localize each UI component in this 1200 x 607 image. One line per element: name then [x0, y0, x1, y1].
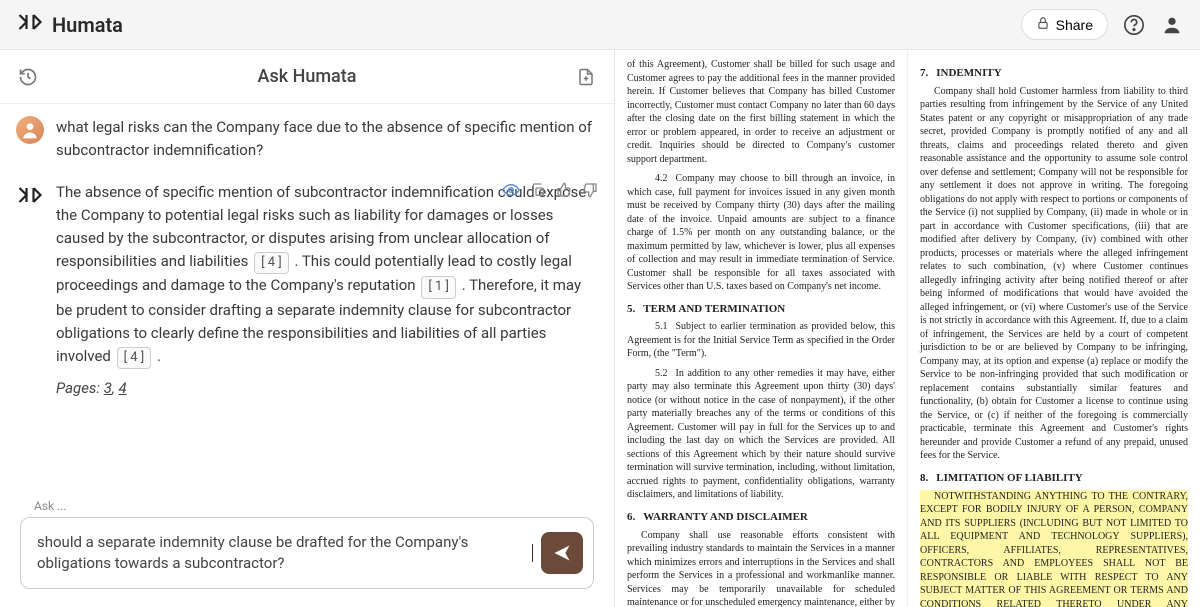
profile-icon[interactable]: [1160, 13, 1184, 37]
pages-line: Pages: 3, 4: [56, 377, 598, 400]
brand[interactable]: Humata: [16, 11, 123, 38]
doc-text: of this Agreement), Customer shall be bi…: [627, 58, 895, 166]
lock-icon: [1036, 16, 1050, 33]
share-label: Share: [1056, 17, 1093, 33]
user-message-row: what legal risks can the Company face du…: [16, 116, 598, 163]
doc-heading-6: 6.WARRANTY AND DISCLAIMER: [627, 510, 895, 525]
doc-column-right: 7.INDEMNITY Company shall hold Customer …: [908, 50, 1200, 607]
text-cursor: [532, 544, 533, 562]
send-button[interactable]: [541, 532, 583, 574]
message-tools: [502, 181, 598, 207]
help-icon[interactable]: [1122, 13, 1146, 37]
input-area: Ask ... should a separate indemnity clau…: [0, 505, 614, 607]
citation-4b[interactable]: [ 4 ]: [117, 347, 152, 369]
chat-input[interactable]: should a separate indemnity clause be dr…: [20, 517, 594, 589]
document-viewer[interactable]: of this Agreement), Customer shall be bi…: [615, 50, 1200, 607]
doc-text: 5.1Subject to earlier termination as pro…: [627, 320, 895, 361]
copy-icon[interactable]: [530, 181, 546, 207]
doc-column-left: of this Agreement), Customer shall be bi…: [615, 50, 908, 607]
chat-input-text: should a separate indemnity clause be dr…: [37, 532, 528, 574]
message-list: what legal risks can the Company face du…: [0, 104, 614, 505]
app-header: Humata Share: [0, 0, 1200, 50]
citation-1[interactable]: [ 1 ]: [421, 276, 456, 298]
bot-message-row: The absence of specific mention of subco…: [16, 181, 598, 401]
brand-name: Humata: [52, 13, 123, 37]
chat-header: Ask Humata: [0, 50, 614, 104]
history-icon[interactable]: [16, 65, 40, 89]
view-source-icon[interactable]: [502, 181, 520, 207]
share-button[interactable]: Share: [1021, 9, 1108, 40]
doc-heading-8: 8.LIMITATION OF LIABILITY: [920, 471, 1188, 486]
thumbs-up-icon[interactable]: [556, 181, 572, 207]
thumbs-down-icon[interactable]: [582, 181, 598, 207]
doc-heading-7: 7.INDEMNITY: [920, 66, 1188, 81]
page-link-3[interactable]: 3: [104, 379, 112, 397]
doc-text: 4.2Company may choose to bill through an…: [627, 172, 895, 294]
user-avatar: [16, 116, 44, 144]
user-message-text: what legal risks can the Company face du…: [56, 116, 598, 163]
bot-message-body: The absence of specific mention of subco…: [56, 181, 598, 401]
doc-highlighted-text: NOTWITHSTANDING ANYTHING TO THE CONTRARY…: [920, 490, 1188, 607]
doc-text: Company shall hold Customer harmless fro…: [920, 85, 1188, 463]
doc-text: Company shall use reasonable efforts con…: [627, 529, 895, 607]
citation-4[interactable]: [ 4 ]: [254, 252, 289, 274]
doc-heading-5: 5.TERM AND TERMINATION: [627, 302, 895, 317]
brand-icon: [16, 11, 44, 38]
header-actions: Share: [1021, 9, 1184, 40]
chat-panel: Ask Humata what legal risks can the Comp…: [0, 50, 615, 607]
page-link-4[interactable]: 4: [118, 379, 126, 397]
ask-chip: Ask ...: [28, 499, 73, 513]
bot-avatar: [16, 181, 44, 209]
new-doc-icon[interactable]: [574, 65, 598, 89]
doc-text: 5.2In addition to any other remedies it …: [627, 367, 895, 502]
chat-title: Ask Humata: [258, 66, 357, 87]
